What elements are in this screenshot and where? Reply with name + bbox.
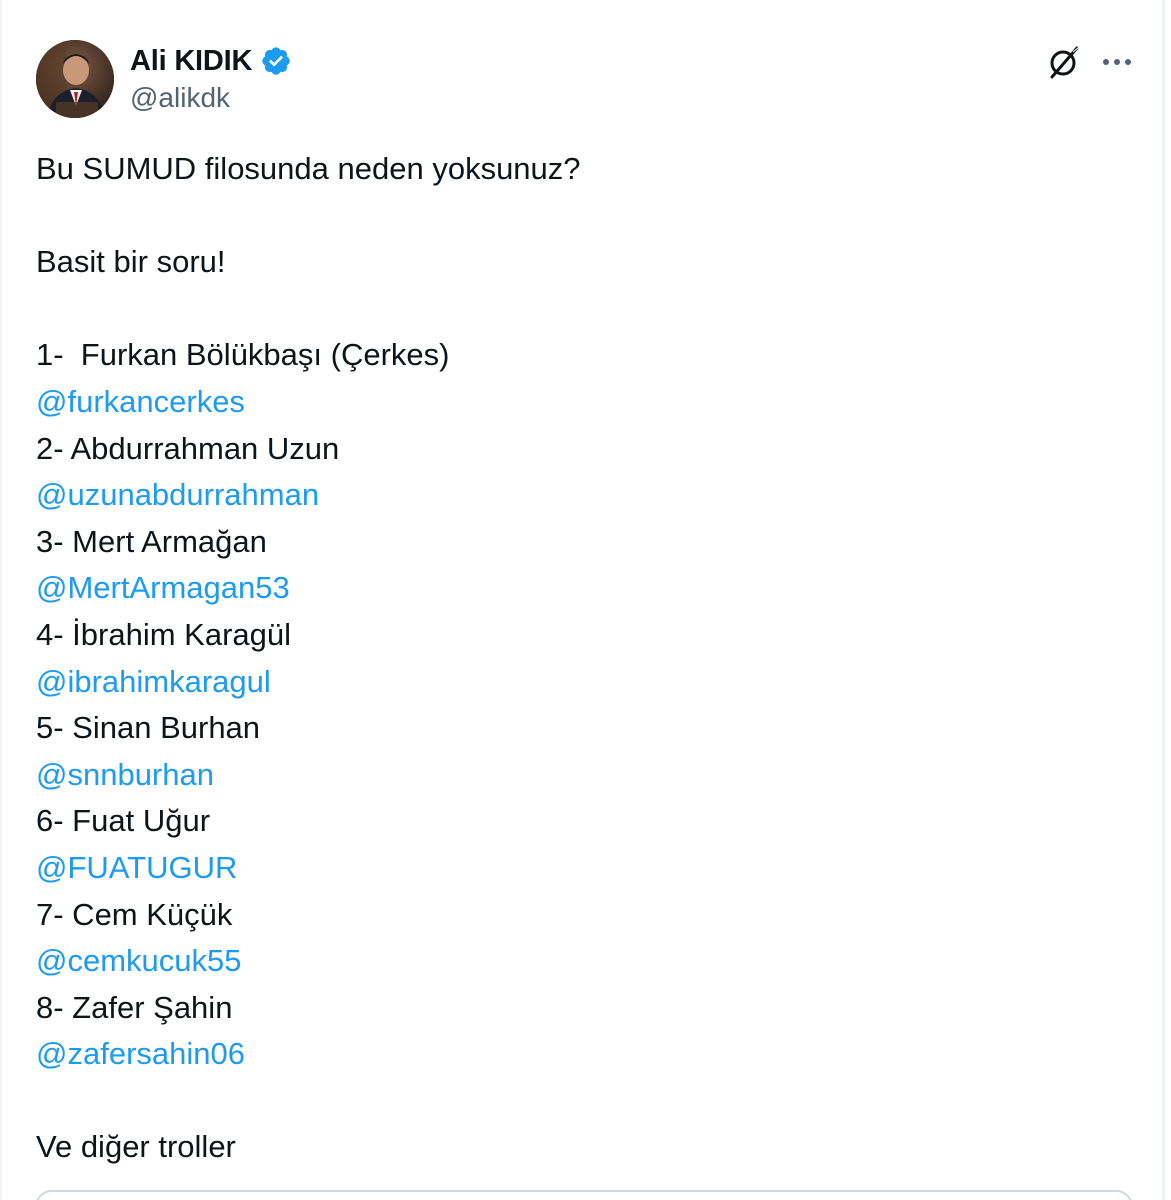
mention-link[interactable]: @cemkucuk55	[36, 938, 1136, 985]
tweet-body: Bu SUMUD filosunda neden yoksunuz? Basit…	[36, 146, 1136, 1171]
list-item-name: 5- Sinan Burhan	[36, 710, 261, 746]
tweet-closing: Ve diğer troller	[36, 1129, 236, 1165]
mention-link[interactable]: @furkancerkes	[36, 379, 1136, 426]
tweet-card: Ali KIDIK @alikdk Bu SUMUD filosunda ned…	[0, 0, 1165, 1200]
grok-icon	[1050, 46, 1080, 79]
list-item-name: 7- Cem Küçük	[36, 896, 233, 932]
mention-link[interactable]: @uzunabdurrahman	[36, 472, 1136, 519]
mention-link[interactable]: @ibrahimkaragul	[36, 659, 1136, 706]
mention-link[interactable]: @snnburhan	[36, 752, 1136, 799]
more-dots-icon	[1103, 59, 1131, 65]
list-item-name: 8- Zafer Şahin	[36, 989, 233, 1025]
verified-badge-icon[interactable]	[260, 45, 292, 77]
author-name-row: Ali KIDIK	[130, 40, 292, 82]
mention-link[interactable]: @FUATUGUR	[36, 845, 1136, 892]
mention-link[interactable]: @zafersahin06	[36, 1031, 1136, 1078]
author-handle[interactable]: @alikdk	[130, 82, 230, 114]
grok-button[interactable]	[1046, 44, 1082, 80]
mention-link[interactable]: @MertArmagan53	[36, 565, 1136, 612]
list-item-name: 1- Furkan Bölükbaşı (Çerkes)	[36, 337, 450, 373]
author-display-name[interactable]: Ali KIDIK	[130, 45, 252, 78]
list-item-name: 3- Mert Armağan	[36, 523, 267, 559]
more-options-button[interactable]	[1099, 44, 1135, 80]
list-item-name: 2- Abdurrahman Uzun	[36, 430, 340, 466]
list-item-name: 4- İbrahim Karagül	[36, 616, 292, 652]
avatar-photo	[36, 40, 114, 118]
embedded-card-edge[interactable]	[36, 1190, 1132, 1200]
tweet-question: Bu SUMUD filosunda neden yoksunuz?	[36, 151, 581, 186]
list-item-name: 6- Fuat Uğur	[36, 803, 211, 839]
tweet-header: Ali KIDIK @alikdk	[2, 0, 1167, 130]
tweet-subline: Basit bir soru!	[36, 244, 226, 280]
author-avatar[interactable]	[36, 40, 114, 118]
